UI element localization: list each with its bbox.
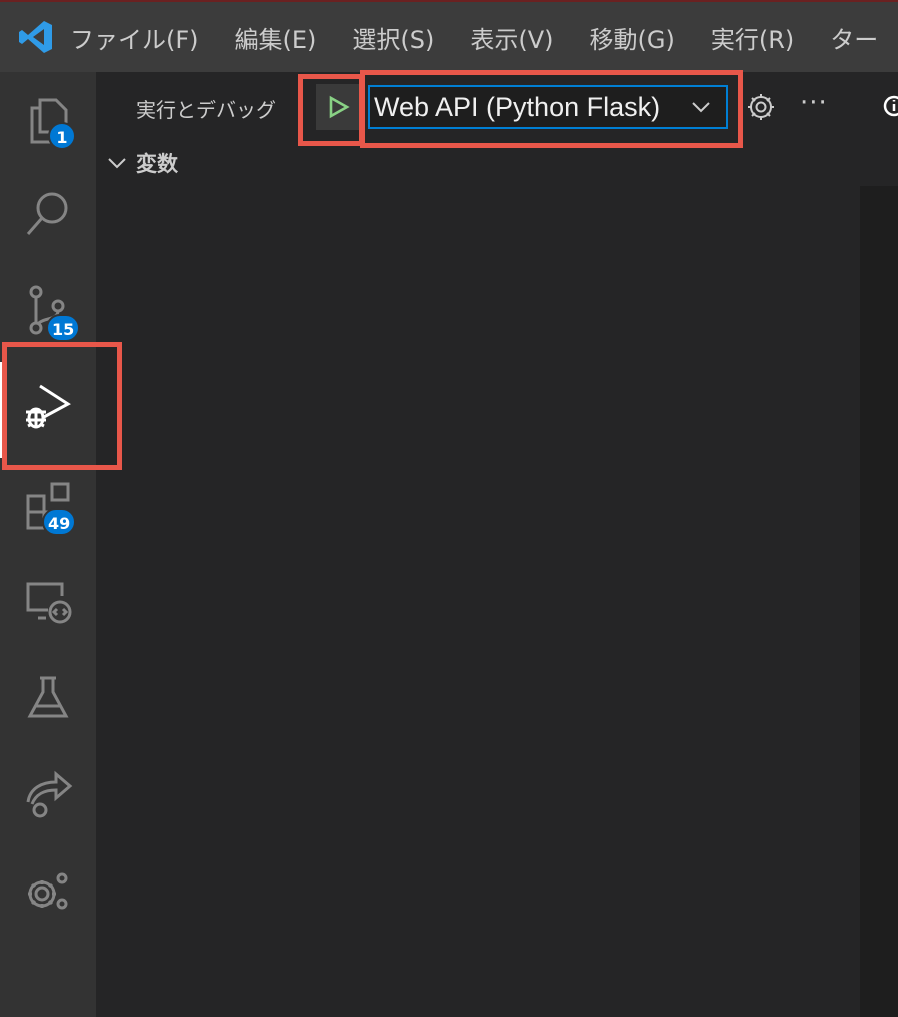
gear-icon[interactable] (746, 92, 776, 122)
menu-terminal[interactable]: ター (830, 20, 878, 55)
menu-view[interactable]: 表示(V) (470, 20, 553, 55)
menu-go[interactable]: 移動(G) (590, 20, 675, 55)
explorer-badge: 1 (48, 122, 76, 150)
ellipsis-icon[interactable]: ··· (800, 88, 828, 118)
highlight-run-debug-icon (2, 342, 122, 470)
highlight-config-select (360, 70, 743, 148)
editor-area (860, 72, 898, 1017)
activity-extensions[interactable]: 49 (0, 458, 96, 554)
menu-run[interactable]: 実行(R) (711, 20, 794, 55)
variables-section-label: 変数 (136, 152, 178, 176)
activity-live-share[interactable] (0, 746, 96, 842)
panel-title: 実行とデバッグ (136, 98, 276, 122)
live-share-icon (26, 770, 73, 818)
menu-selection[interactable]: 選択(S) (352, 20, 434, 55)
testing-icon (27, 676, 69, 718)
menu-bar: ファイル(F) 編集(E) 選択(S) 表示(V) 移動(G) 実行(R) ター (0, 2, 898, 72)
activity-remote-explorer[interactable] (0, 554, 96, 650)
chevron-down-icon (108, 158, 126, 169)
activity-explorer[interactable]: 1 (0, 72, 96, 168)
menu-file[interactable]: ファイル(F) (70, 20, 199, 55)
remote-explorer-icon (26, 582, 72, 624)
menu-edit[interactable]: 編集(E) (235, 20, 317, 55)
manage-gear-icon (28, 872, 68, 910)
source-control-badge: 15 (46, 314, 81, 342)
run-debug-panel: 実行とデバッグ Web API (Python Flask) ··· 変数 (96, 72, 860, 1017)
highlight-run-button (298, 74, 364, 146)
editor-tab-bar (860, 72, 898, 186)
info-icon[interactable] (882, 94, 898, 118)
activity-manage[interactable] (0, 842, 96, 938)
search-icon (26, 192, 68, 235)
vscode-logo-icon[interactable] (18, 19, 54, 55)
activity-testing[interactable] (0, 650, 96, 746)
activity-bar: 1 15 49 (0, 72, 96, 1017)
extensions-badge: 49 (42, 508, 77, 536)
variables-section-header[interactable]: 変数 (106, 148, 178, 178)
activity-search[interactable] (0, 166, 96, 262)
